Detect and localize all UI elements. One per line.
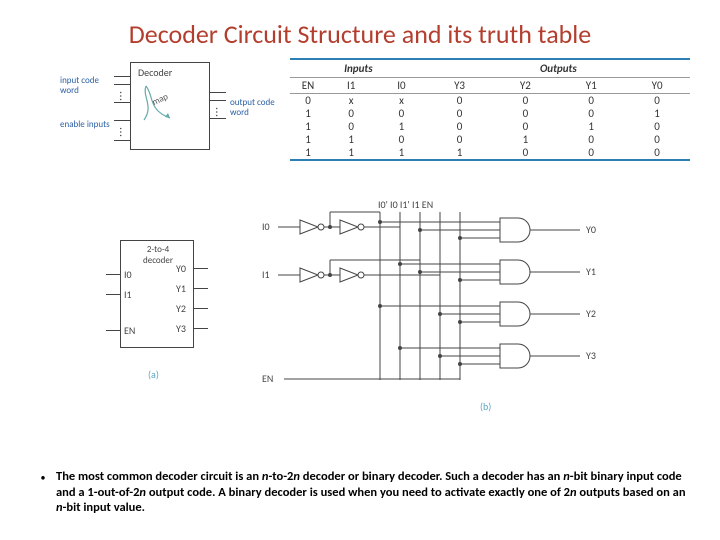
schematic-svg: I0' I0 I1' I1 EN I0 I1	[260, 200, 660, 410]
table-cell: x	[326, 94, 376, 108]
pin-label: I1	[124, 288, 132, 301]
table-cell: 1	[376, 146, 426, 159]
tt-col: Y1	[558, 78, 624, 94]
block-diagram: Decoder map ··· ··· ··· input code word …	[60, 62, 290, 182]
svg-text:EN: EN	[262, 372, 273, 385]
table-cell: 1	[427, 146, 493, 159]
table-cell: 0	[624, 94, 690, 108]
table-cell: 1	[290, 107, 326, 120]
table-cell: 1	[290, 133, 326, 146]
pin-label: Y3	[176, 322, 186, 335]
table-cell: 0	[376, 133, 426, 146]
table-cell: 0	[492, 107, 558, 120]
svg-text:Y3: Y3	[586, 349, 596, 362]
tt-col: EN	[290, 78, 326, 94]
table-cell: 1	[558, 120, 624, 133]
and-gate-icon	[500, 302, 580, 326]
decoder-box-label: Decoder	[138, 66, 172, 79]
decoder-2to4-title: 2-to-4 decoder	[138, 244, 178, 266]
table-cell: 0	[376, 107, 426, 120]
truth-table: Inputs Outputs EN I1 I0 Y3 Y2 Y1 Y0 0xx0…	[290, 58, 690, 161]
table-cell: 0	[624, 120, 690, 133]
page-title: Decoder Circuit Structure and its truth …	[0, 0, 720, 58]
table-cell: 0	[492, 146, 558, 159]
tt-col: Y2	[492, 78, 558, 94]
table-cell: 0	[290, 94, 326, 108]
bullet-text: The most common decoder circuit is an n-…	[56, 469, 690, 516]
table-cell: 1	[492, 133, 558, 146]
tt-col: Y3	[427, 78, 493, 94]
top-content-row: Decoder map ··· ··· ··· input code word …	[0, 58, 720, 182]
table-cell: 0	[326, 120, 376, 133]
table-cell: 1	[376, 120, 426, 133]
table-cell: 0	[326, 107, 376, 120]
svg-text:Y2: Y2	[586, 307, 596, 320]
table-cell: 0	[558, 133, 624, 146]
table-cell: 0	[492, 94, 558, 108]
svg-text:Y1: Y1	[586, 265, 596, 278]
table-cell: 1	[290, 120, 326, 133]
pin-label: I0	[124, 268, 132, 281]
table-cell: 0	[427, 107, 493, 120]
table-cell: x	[376, 94, 426, 108]
table-row: 1100100	[290, 133, 690, 146]
tt-col: Y0	[624, 78, 690, 94]
circuit-zone: 2-to-4 decoder I0 I1 EN Y0 Y1 Y2 Y3 (a) …	[80, 200, 670, 430]
table-cell: 0	[427, 120, 493, 133]
svg-text:I1: I1	[262, 268, 270, 281]
pin-label: Y0	[176, 262, 186, 275]
table-cell: 0	[492, 120, 558, 133]
output-code-label: output code word	[230, 98, 290, 118]
enable-label: enable inputs	[60, 120, 110, 130]
table-row: 1000001	[290, 107, 690, 120]
table-cell: 0	[558, 94, 624, 108]
caption-b: (b)	[480, 400, 491, 413]
table-cell: 0	[558, 107, 624, 120]
table-cell: 1	[326, 133, 376, 146]
pin-label: Y2	[176, 302, 186, 315]
caption-a: (a)	[148, 368, 159, 381]
table-row: 1010010	[290, 120, 690, 133]
tt-outputs-header: Outputs	[427, 60, 690, 78]
table-cell: 0	[624, 146, 690, 159]
gate-schematic: I0' I0 I1' I1 EN I0 I1	[260, 200, 660, 420]
table-row: 1111000	[290, 146, 690, 159]
table-cell: 1	[624, 107, 690, 120]
decoder-2to4-block: 2-to-4 decoder I0 I1 EN Y0 Y1 Y2 Y3 (a)	[80, 240, 230, 400]
table-row: 0xx0000	[290, 94, 690, 108]
tt-inputs-header: Inputs	[290, 60, 427, 78]
and-gate-icon	[500, 344, 580, 368]
tt-col: I1	[326, 78, 376, 94]
table-cell: 0	[427, 94, 493, 108]
bullet-mark: •	[30, 469, 56, 484]
svg-text:Y0: Y0	[586, 223, 596, 236]
and-gate-icon	[500, 260, 580, 284]
input-code-label: input code word	[60, 76, 110, 96]
pin-label: Y1	[176, 282, 186, 295]
svg-text:I0: I0	[262, 220, 270, 233]
description-bullet: • The most common decoder circuit is an …	[30, 469, 690, 516]
table-cell: 1	[290, 146, 326, 159]
tt-col: I0	[376, 78, 426, 94]
table-cell: 0	[427, 133, 493, 146]
table-cell: 0	[624, 133, 690, 146]
table-cell: 0	[558, 146, 624, 159]
pin-label: EN	[124, 324, 135, 337]
table-cell: 1	[326, 146, 376, 159]
top-rail-labels: I0' I0 I1' I1 EN	[378, 200, 433, 211]
map-arrow-icon	[136, 80, 200, 140]
